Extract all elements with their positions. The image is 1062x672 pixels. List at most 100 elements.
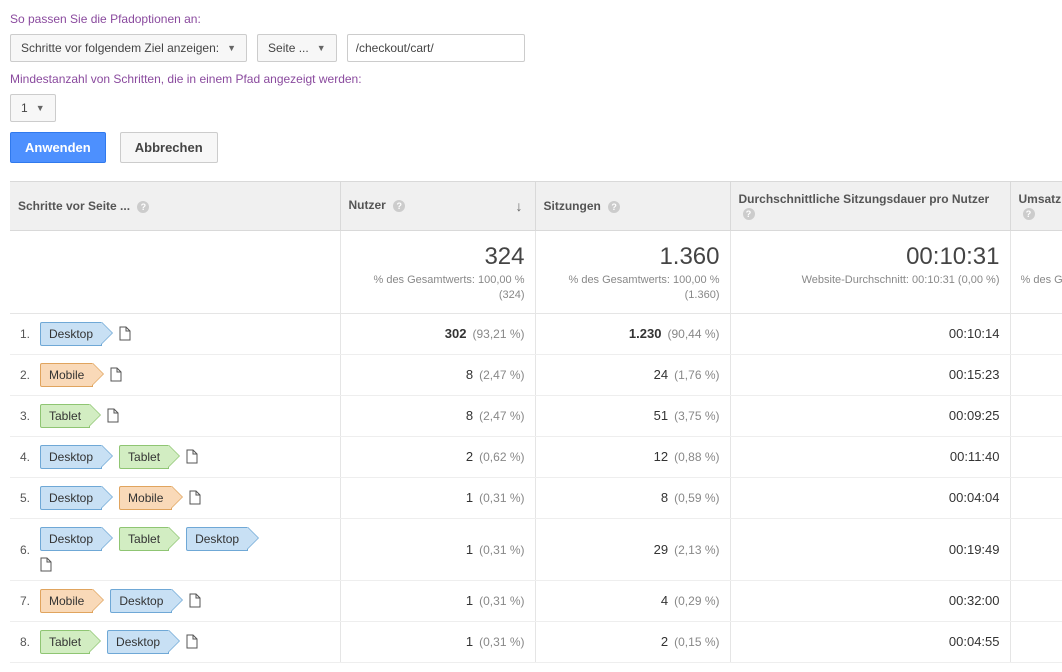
table-row[interactable]: 6.DesktopTabletDesktop1(0,31 %)29(2,13 %…	[10, 518, 1062, 580]
device-chip-desktop: Desktop	[40, 486, 102, 510]
sessions-cell: 2(0,15 %)	[535, 621, 730, 662]
users-cell: 1(0,31 %)	[340, 580, 535, 621]
header-text: Schritte vor Seite ...	[18, 199, 130, 213]
avg-duration-cell: 00:10:14	[730, 313, 1010, 354]
table-row[interactable]: 5. Desktop Mobile 1(0,31 %)8(0,59 %)00:04:0…	[10, 477, 1062, 518]
apply-button[interactable]: Anwenden	[10, 132, 106, 163]
summary-revenue-sub: % des Gesar	[1021, 273, 1062, 288]
table-row[interactable]: 8.TabletDesktop1(0,31 %)2(0,15 %)00:04:5…	[10, 621, 1062, 662]
avg-duration-cell: 00:11:40	[730, 436, 1010, 477]
row-index: 1.	[20, 327, 34, 341]
row-index: 5.	[20, 491, 34, 505]
col-header-users[interactable]: Nutzer ? ↓	[340, 182, 535, 231]
path-input[interactable]	[347, 34, 525, 62]
page-icon	[189, 490, 201, 505]
summary-revenue-value	[1021, 243, 1062, 271]
revenue-cell	[1010, 313, 1062, 354]
row-index: 8.	[20, 635, 34, 649]
table-row[interactable]: 7. Mobile Desktop 1(0,31 %)4(0,29 %)00:32:0…	[10, 580, 1062, 621]
chevron-down-icon: ▼	[227, 43, 236, 53]
help-icon[interactable]: ?	[393, 200, 405, 212]
page-icon	[186, 634, 198, 649]
table-row[interactable]: 1.Desktop302(93,21 %)1.230(90,44 %)00:10…	[10, 313, 1062, 354]
device-chip-desktop: Desktop	[186, 527, 248, 551]
page-icon	[110, 367, 122, 382]
device-chip-mobile: Mobile	[40, 363, 93, 387]
dropdown-label: Schritte vor folgendem Ziel anzeigen:	[21, 41, 219, 55]
summary-sessions-value: 1.360	[546, 243, 720, 271]
page-icon	[119, 326, 131, 341]
help-icon[interactable]: ?	[608, 201, 620, 213]
users-cell: 2(0,62 %)	[340, 436, 535, 477]
sessions-cell: 1.230(90,44 %)	[535, 313, 730, 354]
avg-duration-cell: 00:09:25	[730, 395, 1010, 436]
revenue-cell	[1010, 621, 1062, 662]
help-icon[interactable]: ?	[1023, 208, 1035, 220]
sessions-cell: 51(3,75 %)	[535, 395, 730, 436]
help-icon[interactable]: ?	[137, 201, 149, 213]
table-row[interactable]: 4. Desktop Tablet 2(0,62 %)12(0,88 %)00:11:…	[10, 436, 1062, 477]
device-chip-tablet: Tablet	[119, 527, 169, 551]
help-icon[interactable]: ?	[743, 208, 755, 220]
col-header-avg-duration[interactable]: Durchschnittliche Sitzungsdauer pro Nutz…	[730, 182, 1010, 231]
page-icon	[40, 557, 52, 572]
avg-duration-cell: 00:04:04	[730, 477, 1010, 518]
table-row[interactable]: 2. Mobile 8(2,47 %)24(1,76 %)00:15:23	[10, 354, 1062, 395]
users-cell: 8(2,47 %)	[340, 354, 535, 395]
device-chip-desktop: Desktop	[107, 630, 169, 654]
avg-duration-cell: 00:32:00	[730, 580, 1010, 621]
device-chip-mobile: Mobile	[119, 486, 172, 510]
dropdown-label: Seite ...	[268, 41, 309, 55]
sessions-cell: 24(1,76 %)	[535, 354, 730, 395]
dropdown-value: 1	[21, 101, 28, 115]
summary-avg-sub: Website-Durchschnitt: 00:10:31 (0,00 %)	[741, 273, 1000, 288]
users-cell: 1(0,31 %)	[340, 477, 535, 518]
row-index: 6.	[20, 543, 34, 572]
sessions-cell: 12(0,88 %)	[535, 436, 730, 477]
summary-users-value: 324	[351, 243, 525, 271]
avg-duration-cell: 00:15:23	[730, 354, 1010, 395]
device-chip-tablet: Tablet	[119, 445, 169, 469]
row-index: 7.	[20, 594, 34, 608]
device-chip-mobile: Mobile	[40, 589, 93, 613]
device-chip-tablet: Tablet	[40, 630, 90, 654]
device-chip-desktop: Desktop	[40, 445, 102, 469]
min-steps-dropdown[interactable]: 1 ▼	[10, 94, 56, 122]
page-icon	[186, 449, 198, 464]
path-table: Schritte vor Seite ... ? Nutzer ? ↓ Sitz…	[10, 181, 1062, 663]
path-options-label: So passen Sie die Pfadoptionen an:	[10, 12, 1052, 26]
sessions-cell: 8(0,59 %)	[535, 477, 730, 518]
device-chip-tablet: Tablet	[40, 404, 90, 428]
sessions-cell: 29(2,13 %)	[535, 518, 730, 580]
revenue-cell	[1010, 436, 1062, 477]
row-index: 4.	[20, 450, 34, 464]
users-cell: 8(2,47 %)	[340, 395, 535, 436]
users-cell: 302(93,21 %)	[340, 313, 535, 354]
avg-duration-cell: 00:19:49	[730, 518, 1010, 580]
header-text: Umsatz	[1019, 192, 1062, 206]
page-dropdown[interactable]: Seite ... ▼	[257, 34, 337, 62]
row-index: 3.	[20, 409, 34, 423]
page-icon	[189, 593, 201, 608]
table-row[interactable]: 3. Tablet 8(2,47 %)51(3,75 %)00:09:25	[10, 395, 1062, 436]
page-icon	[107, 408, 119, 423]
sort-desc-icon[interactable]: ↓	[516, 198, 523, 214]
revenue-cell	[1010, 395, 1062, 436]
avg-duration-cell: 00:04:55	[730, 621, 1010, 662]
users-cell: 1(0,31 %)	[340, 518, 535, 580]
chevron-down-icon: ▼	[36, 103, 45, 113]
col-header-steps[interactable]: Schritte vor Seite ... ?	[10, 182, 340, 231]
row-index: 2.	[20, 368, 34, 382]
cancel-button[interactable]: Abbrechen	[120, 132, 218, 163]
revenue-cell	[1010, 580, 1062, 621]
header-text: Durchschnittliche Sitzungsdauer pro Nutz…	[739, 192, 990, 206]
device-chip-desktop: Desktop	[110, 589, 172, 613]
summary-sessions-sub: % des Gesamtwerts: 100,00 %(1.360)	[546, 273, 720, 303]
steps-before-goal-dropdown[interactable]: Schritte vor folgendem Ziel anzeigen: ▼	[10, 34, 247, 62]
chevron-down-icon: ▼	[317, 43, 326, 53]
sessions-cell: 4(0,29 %)	[535, 580, 730, 621]
revenue-cell	[1010, 354, 1062, 395]
col-header-sessions[interactable]: Sitzungen ?	[535, 182, 730, 231]
summary-row: 324 % des Gesamtwerts: 100,00 %(324) 1.3…	[10, 231, 1062, 314]
col-header-revenue[interactable]: Umsatz ?	[1010, 182, 1062, 231]
